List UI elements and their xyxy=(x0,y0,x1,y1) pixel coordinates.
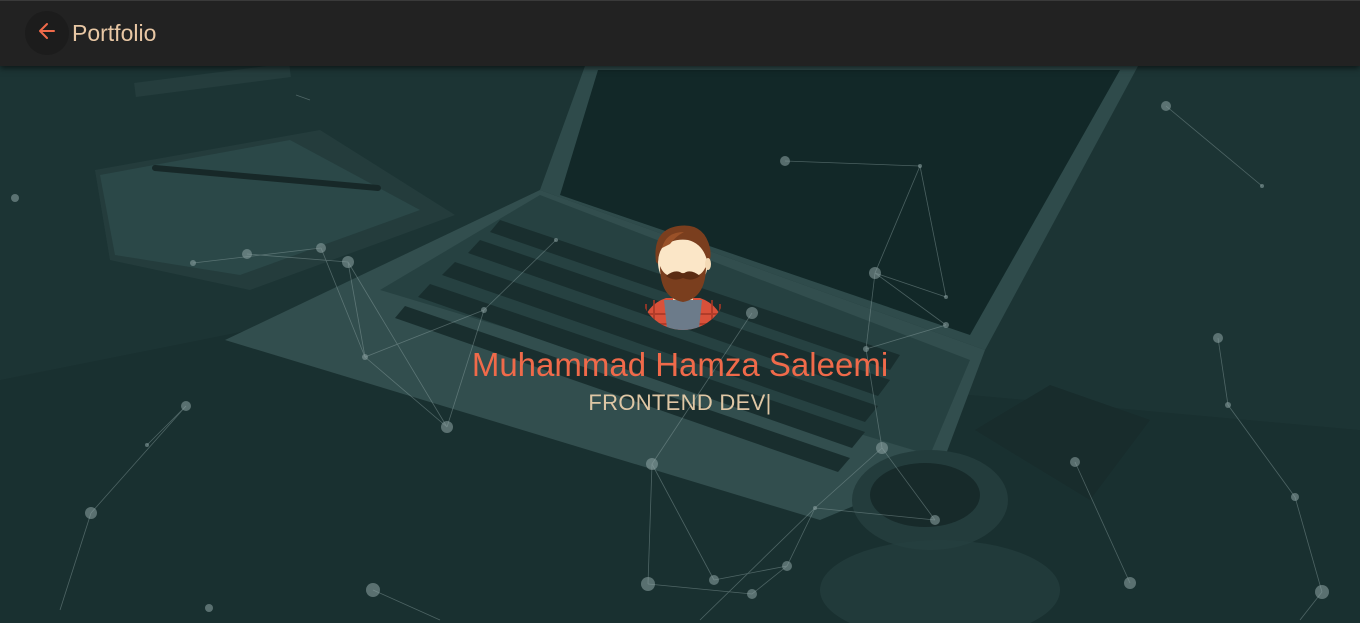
hero-section: Muhammad Hamza Saleemi FRONTEND DEV| xyxy=(0,66,1360,623)
page-title: Portfolio xyxy=(72,20,157,46)
top-app-bar: Portfolio xyxy=(0,0,1360,66)
bearded-man-avatar-icon xyxy=(640,225,726,330)
background-image xyxy=(0,66,1360,623)
profile-role-typing: FRONTEND DEV| xyxy=(588,390,772,415)
arrow-left-icon xyxy=(37,21,57,46)
avatar xyxy=(636,218,730,338)
back-button[interactable] xyxy=(25,11,69,55)
profile-name: Muhammad Hamza Saleemi xyxy=(471,346,889,383)
